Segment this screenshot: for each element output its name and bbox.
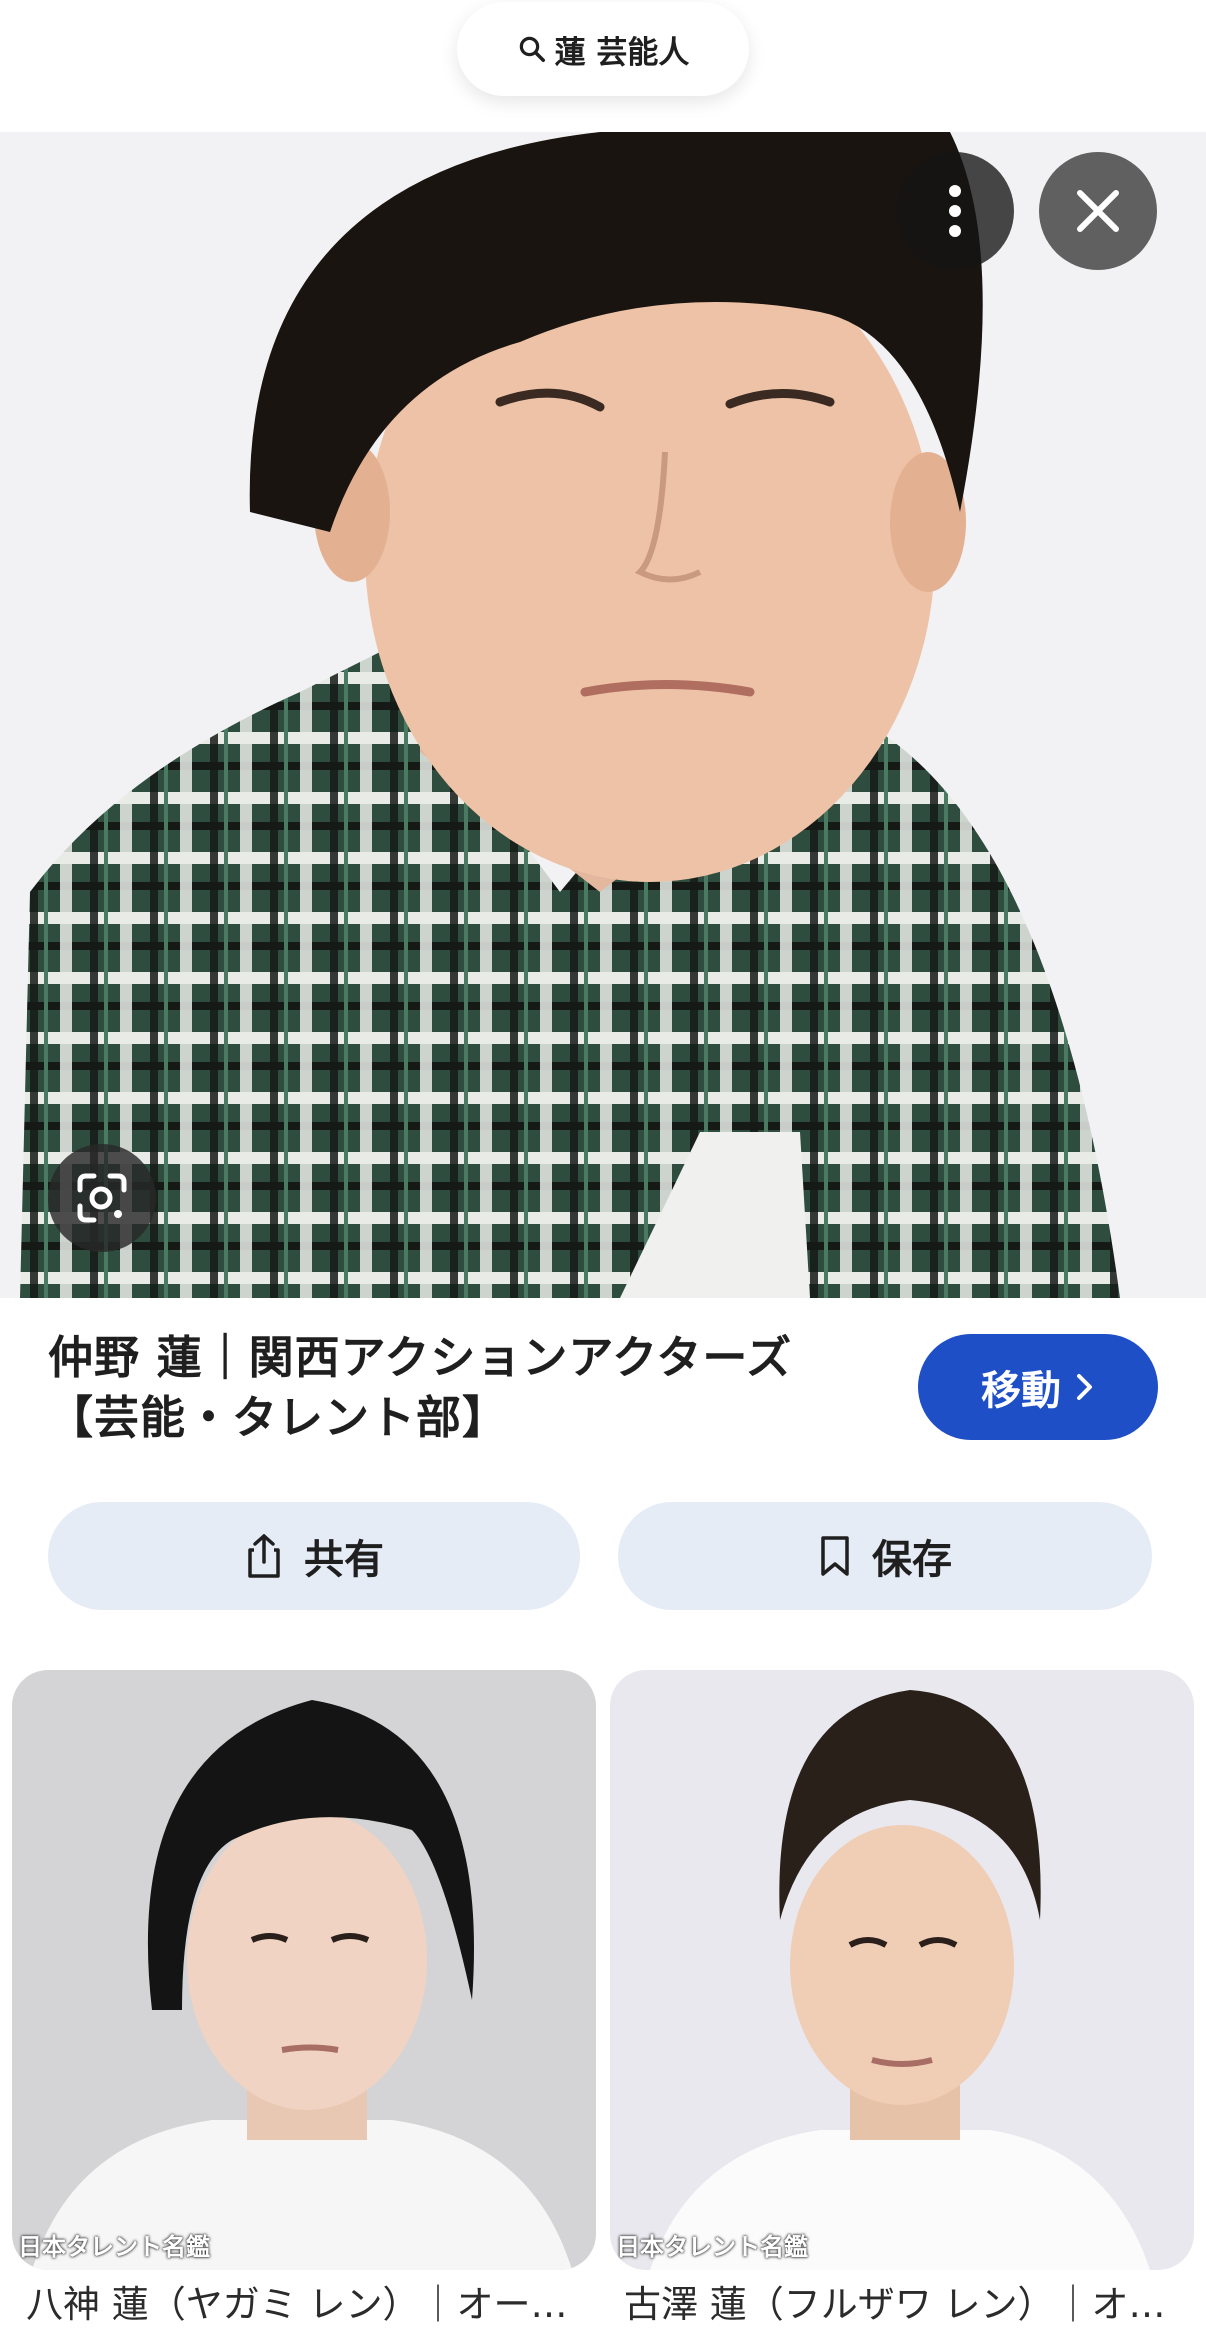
more-vert-icon — [949, 185, 961, 237]
portrait-photo — [610, 1670, 1194, 2270]
share-label: 共有 — [304, 1537, 384, 1583]
related-image[interactable]: 日本タレント名鑑 — [610, 1670, 1194, 2270]
chevron-right-icon — [1077, 1374, 1092, 1400]
image-watermark: 日本タレント名鑑 — [18, 2233, 210, 2261]
bookmark-icon — [821, 1536, 849, 1576]
related-result-card[interactable]: 日本タレント名鑑 八神 蓮（ヤガミ レン）｜オー… — [12, 1670, 596, 2330]
search-icon — [519, 36, 545, 62]
close-icon — [1077, 190, 1119, 232]
lens-search-button[interactable] — [48, 1144, 156, 1252]
top-bar: 蓮 芸能人 — [0, 0, 1206, 132]
image-watermark: 日本タレント名鑑 — [616, 2233, 808, 2261]
share-button[interactable]: 共有 — [48, 1502, 580, 1610]
save-label: 保存 — [872, 1537, 952, 1583]
visit-label: 移動 — [981, 1368, 1061, 1414]
related-result-card[interactable]: 日本タレント名鑑 古澤 蓮（フルザワ レン）｜オ… — [610, 1670, 1194, 2330]
lens-icon — [77, 1173, 127, 1223]
save-button[interactable]: 保存 — [618, 1502, 1152, 1610]
related-caption: 古澤 蓮（フルザワ レン）｜オ… — [624, 2283, 1166, 2326]
more-options-button[interactable] — [896, 152, 1014, 270]
related-image[interactable]: 日本タレント名鑑 — [12, 1670, 596, 2270]
portrait-photo — [12, 1670, 596, 2270]
hero-image[interactable] — [0, 132, 1206, 1298]
portrait-photo — [0, 132, 1206, 1298]
search-chip[interactable]: 蓮 芸能人 — [457, 2, 749, 96]
result-title-line2: 【芸能・タレント部】 — [48, 1391, 509, 1444]
close-button[interactable] — [1039, 152, 1157, 270]
result-title-line1: 仲野 蓮｜関西アクションアクターズ — [48, 1331, 793, 1384]
related-caption: 八神 蓮（ヤガミ レン）｜オー… — [26, 2283, 568, 2326]
result-title[interactable]: 仲野 蓮｜関西アクションアクターズ 【芸能・タレント部】 — [48, 1328, 848, 1448]
visit-button[interactable]: 移動 — [918, 1334, 1158, 1440]
search-query: 蓮 芸能人 — [554, 34, 690, 71]
share-icon — [248, 1534, 280, 1578]
